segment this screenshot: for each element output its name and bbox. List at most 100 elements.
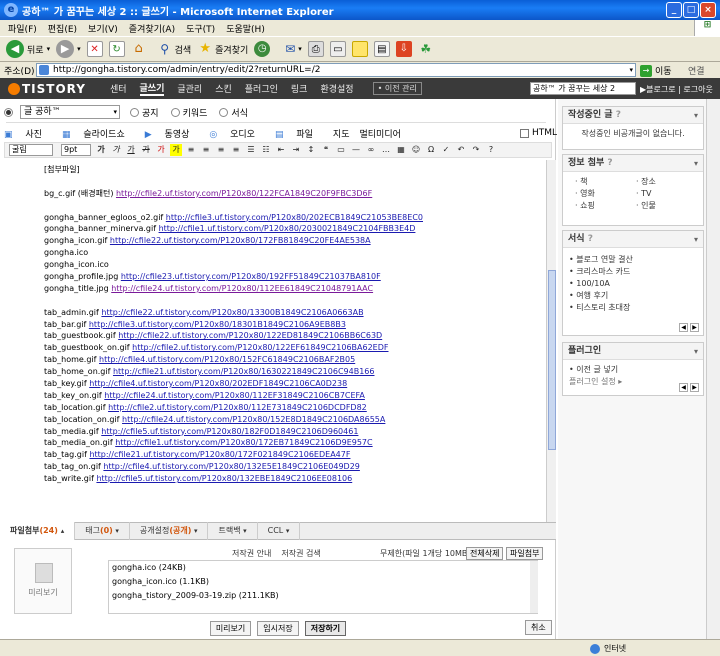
content-link[interactable]: http://cfile21.uf.tistory.com/P120x80/16… — [113, 367, 375, 376]
blog-select[interactable]: 공하™ 가 꿈꾸는 세상 2 — [530, 82, 636, 95]
dropdown-arrow-icon[interactable]: ▾ — [47, 45, 51, 53]
tab-ccl[interactable]: CCL ▾ — [258, 522, 301, 540]
info-item[interactable]: · 쇼핑 — [575, 200, 636, 212]
nav-skin[interactable]: 스킨 — [215, 82, 232, 95]
menu-help[interactable]: 도움말(H) — [226, 22, 265, 35]
info-item[interactable]: · 책 — [575, 176, 636, 188]
attach-multimedia-button[interactable]: 멀티미디어 — [359, 127, 400, 140]
content-link[interactable]: http://cfile2.uf.tistory.com/P120x80/112… — [108, 403, 367, 412]
content-link[interactable]: http://cfile22.uf.tistory.com/P120x80/12… — [118, 331, 382, 340]
copyright-search-link[interactable]: 저작권 검색 — [281, 548, 320, 559]
research-button[interactable]: ▤ — [373, 41, 390, 57]
file-item[interactable]: gongha_icon.ico (1.1KB) — [112, 575, 537, 589]
outdent-icon[interactable]: ⇤ — [275, 144, 287, 156]
align-left-icon[interactable]: ≡ — [185, 144, 197, 156]
content-link[interactable]: http://cfile1.uf.tistory.com/P120x80/203… — [159, 224, 416, 233]
align-center-icon[interactable]: ≡ — [200, 144, 212, 156]
go-button[interactable]: → 이동 — [640, 64, 672, 77]
editor-scrollbar[interactable] — [546, 160, 556, 524]
minimize-button[interactable]: _ — [666, 2, 682, 18]
content-link[interactable]: http://cfile5.uf.tistory.com/P120x80/132… — [96, 474, 352, 483]
line-spacing-icon[interactable]: ↕ — [305, 144, 317, 156]
preview-button[interactable]: 미리보기 — [209, 620, 252, 636]
attach-file-button[interactable]: ▤ 파일 — [275, 127, 323, 140]
emoticon-icon[interactable]: ☺ — [410, 144, 422, 156]
messenger-button[interactable]: ☘ — [418, 41, 434, 57]
edit-button[interactable]: ▭ — [329, 41, 346, 57]
content-link[interactable]: http://cfile22.uf.tistory.com/P120x80/17… — [110, 236, 371, 245]
template-item[interactable]: • 티스토리 초대장 — [569, 302, 697, 314]
table-icon[interactable]: ▦ — [395, 144, 407, 156]
template-item[interactable]: • 블로그 연말 결산 — [569, 254, 697, 266]
addon-button[interactable]: ⇩ — [395, 41, 412, 57]
html-checkbox[interactable] — [520, 128, 529, 138]
content-link[interactable]: http://cfile24.uf.tistory.com/P120x80/11… — [111, 284, 373, 293]
ordered-list-icon[interactable]: ☰ — [245, 144, 257, 156]
maximize-button[interactable]: □ — [683, 2, 699, 18]
menu-favorites[interactable]: 즐겨찾기(A) — [129, 22, 175, 35]
chevron-down-icon[interactable]: ▾ — [694, 155, 698, 172]
nav-link[interactable]: 링크 — [291, 82, 308, 95]
align-justify-icon[interactable]: ≡ — [230, 144, 242, 156]
content-link[interactable]: http://cfile4.uf.tistory.com/P120x80/152… — [99, 355, 355, 364]
attach-file-button-bottom[interactable]: 파일첨부 — [506, 547, 544, 560]
tab-trackback[interactable]: 트랙백 ▾ — [208, 522, 258, 540]
bold-icon[interactable]: 가 — [95, 144, 107, 156]
template-item[interactable]: • 여행 후기 — [569, 290, 697, 302]
link-icon[interactable]: ∞ — [365, 144, 377, 156]
file-item[interactable]: gongha.ico (24KB) — [112, 561, 537, 575]
nav-right-links[interactable]: ▶블로그로 | 로그아웃 — [640, 84, 713, 95]
dropdown-arrow-icon[interactable]: ▾ — [298, 45, 302, 53]
next-page-icon[interactable]: ▶ — [690, 323, 699, 332]
content-link[interactable]: http://cfile5.uf.tistory.com/P120x80/182… — [101, 427, 358, 436]
nav-write[interactable]: 글쓰기 — [139, 81, 165, 96]
info-item[interactable]: · TV — [636, 188, 697, 200]
spellcheck-icon[interactable]: ✓ — [440, 144, 452, 156]
tistory-logo[interactable]: TISTORY — [8, 82, 86, 96]
nav-center[interactable]: 센터 — [110, 82, 127, 95]
font-color-icon[interactable]: 가 — [155, 144, 167, 156]
keyword-radio[interactable] — [170, 107, 180, 117]
close-button[interactable]: × — [700, 2, 716, 18]
underline-icon[interactable]: 가 — [125, 144, 137, 156]
discuss-button[interactable] — [351, 41, 368, 57]
address-dropdown-icon[interactable]: ▾ — [629, 64, 633, 76]
chevron-down-icon[interactable]: ▾ — [694, 107, 698, 124]
content-link[interactable]: http://cfile2.uf.tistory.com/P120x80/122… — [132, 343, 388, 352]
font-size-select[interactable]: 9pt — [61, 144, 91, 156]
address-input[interactable]: http://gongha.tistory.com/admin/entry/ed… — [36, 63, 636, 77]
html-mode-toggle[interactable]: HTML — [520, 128, 557, 138]
favorites-button[interactable]: ★ 즐겨찾기 — [197, 41, 248, 57]
template-radio[interactable] — [219, 107, 229, 117]
back-button[interactable]: ◀ 뒤로 ▾ — [6, 40, 50, 58]
copyright-guide-link[interactable]: 저작권 안내 — [232, 548, 271, 559]
chevron-down-icon[interactable]: ▾ — [694, 231, 698, 248]
temp-save-button[interactable]: 임시저장 — [257, 620, 299, 636]
help-icon[interactable]: ? — [607, 158, 612, 168]
next-page-icon[interactable]: ▶ — [690, 383, 699, 392]
highlight-icon[interactable]: 가 — [170, 144, 182, 156]
file-list[interactable]: gongha.ico (24KB) gongha_icon.ico (1.1KB… — [108, 560, 538, 614]
prev-page-icon[interactable]: ◀ — [679, 383, 688, 392]
attach-slideshow-button[interactable]: ▦ 슬라이드쇼 — [62, 127, 135, 140]
content-link[interactable]: http://cfile3.uf.tistory.com/P120x80/183… — [89, 320, 346, 329]
nav-settings[interactable]: 환경설정 — [320, 82, 353, 95]
category-select[interactable]: 글 공하™ ▾ — [20, 105, 120, 119]
links-label[interactable]: 연결 — [688, 64, 705, 77]
delete-all-button[interactable]: 전체삭제 — [466, 547, 504, 560]
tab-tags[interactable]: 태그(0) ▾ — [75, 522, 130, 540]
hr-icon[interactable]: — — [350, 144, 362, 156]
more-icon[interactable]: … — [380, 144, 392, 156]
editor-content[interactable]: [첨부파일] bg_c.gif (배경패턴) http://cfile2.uf.t… — [44, 164, 544, 514]
save-button[interactable]: 저장하기 — [304, 620, 347, 636]
attach-photo-button[interactable]: ▣ 사진 — [4, 127, 52, 140]
tab-publish-settings[interactable]: 공개설정(공개) ▾ — [130, 522, 209, 540]
template-item[interactable]: • 크리스마스 카드 — [569, 266, 697, 278]
indent-icon[interactable]: ⇥ — [290, 144, 302, 156]
dropdown-arrow-icon[interactable]: ▾ — [77, 45, 81, 53]
menu-file[interactable]: 파일(F) — [8, 22, 37, 35]
box-icon[interactable]: ▭ — [335, 144, 347, 156]
content-link[interactable]: http://cfile2.uf.tistory.com/P120x80/122… — [116, 189, 372, 198]
content-link[interactable]: http://cfile4.uf.tistory.com/P120x80/132… — [103, 462, 359, 471]
content-link[interactable]: http://cfile23.uf.tistory.com/P120x80/19… — [121, 272, 381, 281]
